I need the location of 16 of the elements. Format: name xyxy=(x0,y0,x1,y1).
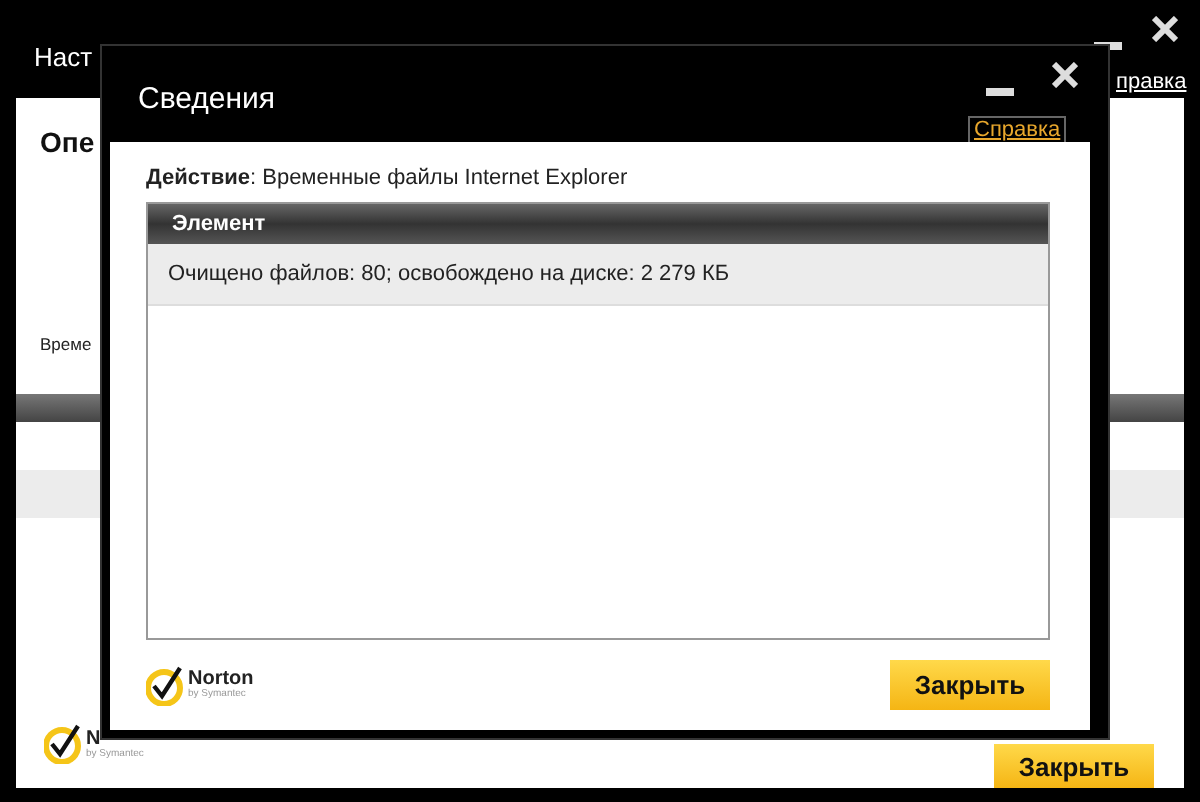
logo-name: Norton xyxy=(188,670,254,690)
dialog-title: Сведения xyxy=(138,82,276,116)
checkmark-logo-icon xyxy=(44,724,84,764)
checkmark-logo-icon xyxy=(146,665,186,705)
close-icon[interactable] xyxy=(1152,16,1178,42)
action-text: Действие: Временные файлы Internet Explorer xyxy=(146,166,630,190)
section-heading: Опе xyxy=(40,126,95,158)
window-title: Наст xyxy=(34,42,93,72)
column-header: Элемент xyxy=(148,204,1048,244)
caption-text: Време xyxy=(40,334,92,354)
close-button[interactable]: Закрыть xyxy=(994,744,1154,788)
logo-name: N xyxy=(86,729,103,749)
help-link[interactable]: правка xyxy=(1116,70,1187,94)
table-row[interactable]: Очищено файлов: 80; освобождено на диске: 2 279 КБ xyxy=(148,244,1048,306)
close-icon[interactable] xyxy=(1052,62,1078,88)
close-button[interactable]: Закрыть xyxy=(890,660,1050,710)
